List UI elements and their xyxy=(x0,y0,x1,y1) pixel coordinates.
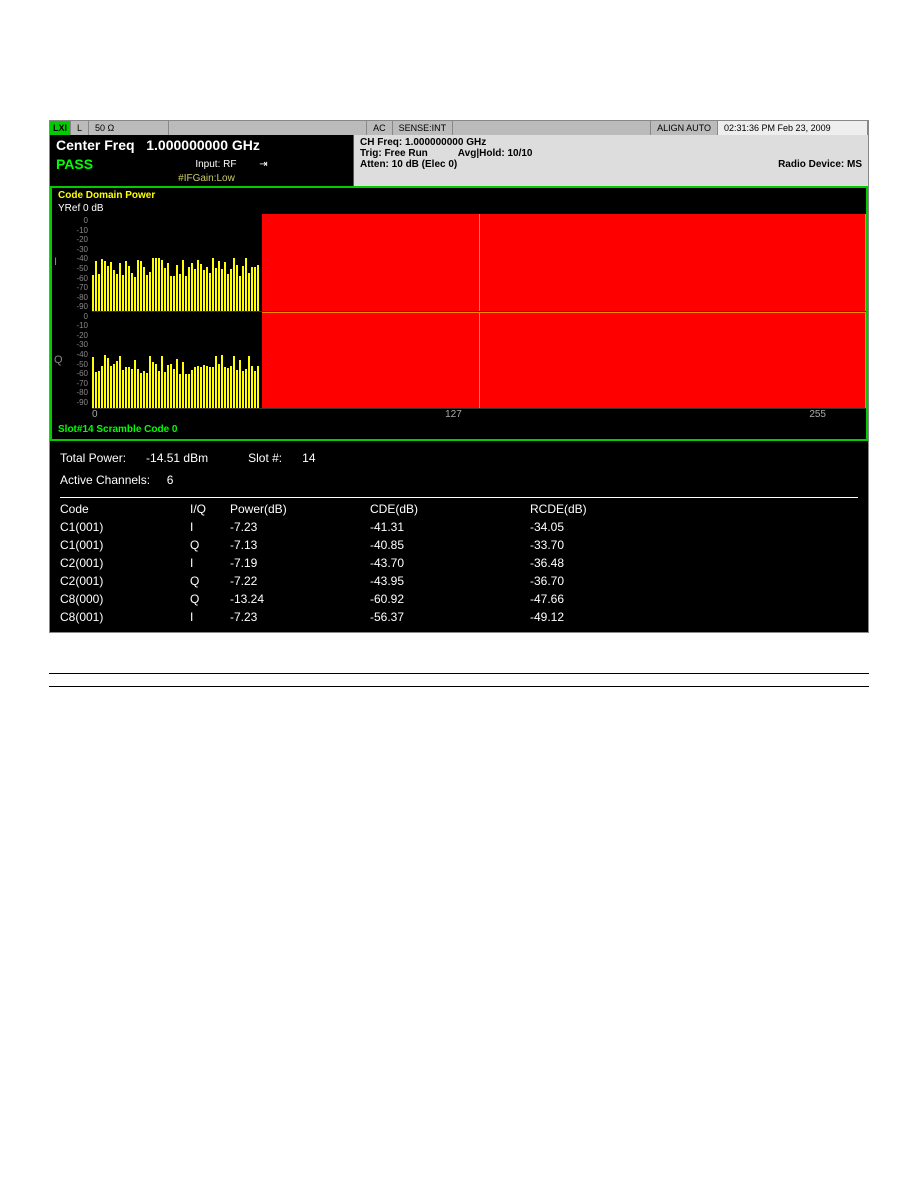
plot-title: Code Domain Power xyxy=(52,188,866,203)
channel-table: Code I/Q Power(dB) CDE(dB) RCDE(dB) C1(0… xyxy=(60,497,858,626)
instrument-screen: LXI L 50 Ω AC SENSE:INT ALIGN AUTO 02:31… xyxy=(49,120,869,633)
status-ac: AC xyxy=(367,121,393,135)
table-row: C1(001)I-7.23-41.31-34.05 xyxy=(60,518,858,536)
slot-info: Slot#14 Scramble Code 0 xyxy=(52,420,866,439)
table-row: C8(000)Q-13.24-60.92-47.66 xyxy=(60,590,858,608)
chart-i: I xyxy=(92,214,866,312)
red-region-i xyxy=(262,214,866,311)
chart-q: Q xyxy=(92,312,866,410)
x-axis: 0 127 255 xyxy=(52,409,866,420)
atten: Atten: 10 dB (Elec 0) xyxy=(360,159,457,170)
ifgain-label: #IFGain:Low xyxy=(50,173,353,186)
avg-hold: Avg|Hold: 10/10 xyxy=(458,148,533,159)
status-time: 02:31:36 PM Feb 23, 2009 xyxy=(718,121,868,135)
table-row: C8(001)I-7.23-56.37-49.12 xyxy=(60,608,858,626)
table-row: C1(001)Q-7.13-40.85-33.70 xyxy=(60,536,858,554)
y-ref: YRef 0 dB xyxy=(52,203,866,214)
trig: Trig: Free Run xyxy=(360,148,428,159)
document-rule xyxy=(49,673,869,674)
red-region-q xyxy=(262,312,866,409)
total-power: Total Power: -14.51 dBm xyxy=(60,451,208,465)
status-bar: LXI L 50 Ω AC SENSE:INT ALIGN AUTO 02:31… xyxy=(50,121,868,135)
y-axis-labels: 0-10-20-30-40-50-60-70-80-90 0-10-20-30-… xyxy=(52,214,92,409)
arrow-icon: ⇥ xyxy=(259,159,267,170)
data-section: Total Power: -14.51 dBm Slot #: 14 Activ… xyxy=(50,441,868,632)
document-rule xyxy=(49,686,869,687)
plot-area: Code Domain Power YRef 0 dB 0-10-20-30-4… xyxy=(50,186,868,441)
status-sense: SENSE:INT xyxy=(393,121,454,135)
table-header: Code I/Q Power(dB) CDE(dB) RCDE(dB) xyxy=(60,497,858,518)
pass-indicator: PASS xyxy=(50,156,110,172)
input-rf-label: Input: RF ⇥ xyxy=(110,159,353,170)
ch-freq: CH Freq: 1.000000000 GHz xyxy=(360,137,486,148)
status-impedance: 50 Ω xyxy=(89,121,169,135)
table-row: C2(001)I-7.19-43.70-36.48 xyxy=(60,554,858,572)
status-l: L xyxy=(71,121,89,135)
lxi-indicator: LXI xyxy=(50,121,71,135)
center-freq: Center Freq 1.000000000 GHz xyxy=(50,135,353,155)
header-row: Center Freq 1.000000000 GHz PASS Input: … xyxy=(50,135,868,186)
active-channels: Active Channels: 6 xyxy=(60,473,173,487)
status-align: ALIGN AUTO xyxy=(651,121,718,135)
radio-device: Radio Device: MS xyxy=(778,159,862,170)
slot-number: Slot #: 14 xyxy=(248,451,315,465)
table-row: C2(001)Q-7.22-43.95-36.70 xyxy=(60,572,858,590)
